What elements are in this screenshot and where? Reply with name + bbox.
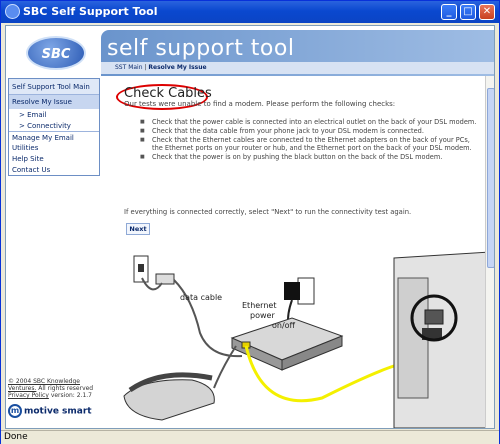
sbc-logo: SBC — [26, 36, 86, 70]
breadcrumb-current: Resolve My Issue — [148, 64, 207, 71]
maximize-button[interactable]: □ — [460, 4, 476, 20]
app-window: SBC Self Support Tool _ □ ✕ SBC Self Sup… — [0, 0, 500, 444]
check-item: Check that the Ethernet cables are conne… — [140, 136, 480, 152]
page-title: self support tool — [107, 36, 295, 61]
menu-item-manage-email[interactable]: Manage My Email — [9, 131, 99, 142]
menu-item-utilities[interactable]: Utilities — [9, 142, 99, 153]
browser-client: SBC Self Support Tool Main Resolve My Is… — [5, 25, 495, 429]
scrollbar-thumb[interactable] — [487, 88, 494, 268]
motive-logo: m motive smart — [8, 404, 100, 420]
minimize-button[interactable]: _ — [441, 4, 457, 20]
next-button[interactable]: Next — [126, 223, 150, 235]
check-item: Check that the power cable is connected … — [140, 118, 480, 126]
label-ethernet: Ethernet — [242, 301, 276, 310]
line-filter-icon — [155, 273, 175, 285]
ethernet-port-icon — [424, 309, 444, 325]
power-outlet-icon — [284, 277, 315, 305]
label-power: power — [250, 311, 275, 320]
content-area: Check Cables Our tests were unable to fi… — [102, 76, 494, 428]
label-on-off: on/off — [272, 321, 296, 330]
menu-item-main[interactable]: Self Support Tool Main — [9, 79, 99, 95]
title-bar: SBC Self Support Tool _ □ ✕ — [1, 1, 499, 23]
content-heading: Check Cables — [124, 86, 212, 101]
label-data-cable: data cable — [180, 293, 222, 302]
copyright-link[interactable]: © 2004 SBC Knowledge — [8, 378, 80, 385]
status-bar: Done — [1, 430, 499, 444]
motive-m-icon: m — [8, 404, 22, 418]
version-text: version: 2.1.7 — [50, 392, 92, 399]
rights-text: All rights reserved — [38, 385, 94, 392]
telephone-icon — [123, 372, 215, 421]
check-item: Check that the power is on by pushing th… — [140, 153, 480, 161]
menu-item-help-site[interactable]: Help Site — [9, 153, 99, 164]
close-button[interactable]: ✕ — [479, 4, 495, 20]
after-text: If everything is connected correctly, se… — [124, 208, 412, 216]
menu-item-connectivity[interactable]: > Connectivity — [9, 120, 99, 131]
cable-diagram: data cable Ethernet power on/off — [123, 251, 491, 428]
data-cable-line — [141, 277, 243, 358]
menu-item-resolve[interactable]: Resolve My Issue — [9, 95, 99, 109]
menu-item-contact-us[interactable]: Contact Us — [9, 164, 99, 175]
app-icon — [5, 4, 20, 19]
motive-brand: motive smart — [24, 406, 92, 417]
ventures-link[interactable]: Ventures. — [8, 385, 36, 392]
phone-jack-icon — [133, 255, 149, 283]
breadcrumb-separator: | — [144, 64, 147, 71]
footer: © 2004 SBC Knowledge Ventures. All right… — [8, 378, 100, 399]
breadcrumb: SST Main | Resolve My Issue — [101, 62, 494, 74]
check-item: Check that the data cable from your phon… — [140, 127, 480, 135]
privacy-policy-link[interactable]: Privacy Policy — [8, 392, 49, 399]
checks-list: Check that the power cable is connected … — [140, 118, 480, 162]
intro-text: Our tests were unable to find a modem. P… — [124, 100, 396, 108]
nav-menu: Self Support Tool Main Resolve My Issue … — [8, 78, 100, 176]
left-pane: SBC Self Support Tool Main Resolve My Is… — [6, 26, 100, 428]
window-title: SBC Self Support Tool — [23, 5, 158, 18]
vertical-scrollbar[interactable] — [485, 76, 494, 428]
breadcrumb-main[interactable]: SST Main — [115, 64, 143, 71]
status-text: Done — [4, 432, 28, 442]
menu-item-email[interactable]: > Email — [9, 109, 99, 120]
